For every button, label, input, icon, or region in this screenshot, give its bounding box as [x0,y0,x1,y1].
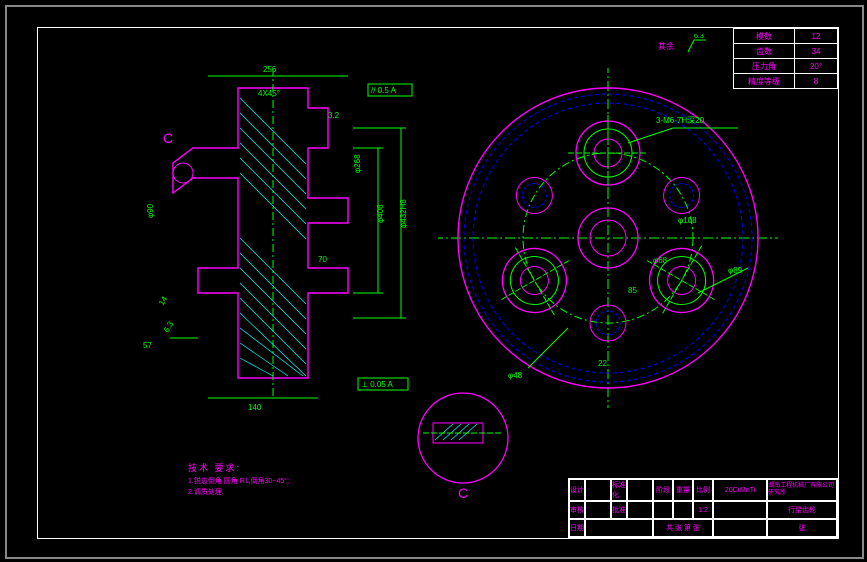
detail-c-view: C [408,388,528,508]
section-marker: C [458,485,468,501]
dim-text: 140 [248,403,262,412]
gdt-frame: // 0.5 A [371,86,397,95]
dim-text: 70 [318,255,327,264]
window-frame: 模数12 齿数34 压力角20° 精度等级8 [5,5,864,559]
param-label: 齿数 [734,44,795,59]
left-section-view: 256 4X45° // 0.5 A ⊥ 0.05 A C φ408 φ432H… [108,58,428,428]
tb-scaleval: 1:2 [693,501,713,519]
tb-des: 设计 [569,479,585,501]
tb-page: 张 [767,519,837,537]
tb-company: 湖南工程机械厂有限公司研究所 [767,479,837,501]
tb-chk: 审核 [569,501,585,519]
right-front-view: 3-M6-7H深20 φ89 φ68 φ108 φ48 22 85 [438,68,778,408]
default-roughness: 其余 6.3 [658,34,718,64]
dim-text: 85 [628,286,637,295]
param-value: 8 [795,74,838,89]
tech-line: 1.锐边倒角 圆角 R1,倒角30~45°; [188,476,289,487]
tech-line: 2.调质处理. [188,487,289,498]
dim-text: φ89 [728,266,743,275]
table-row: 模数12 [734,29,838,44]
tb-scale: 比例 [693,479,713,501]
tb-date: 日期 [569,519,585,537]
dim-text: 4X45° [258,89,280,98]
param-value: 20° [795,59,838,74]
gdt-frame: ⊥ 0.05 A [361,380,394,389]
dim-text: φ408 [376,204,385,223]
dim-text: 6.3 [162,319,176,334]
dim-text: φ68 [653,256,668,265]
tb-std: 标准化 [611,479,627,501]
param-label: 模数 [734,29,795,44]
title-block: 设计 标准化 阶段 重量 比例 20CrMnTi 湖南工程机械厂有限公司研究所 … [568,478,838,538]
tb-stage: 阶段 [653,479,673,501]
dim-text: φ48 [508,371,523,380]
tech-requirements: 技术 要求: 1.锐边倒角 圆角 R1,倒角30~45°; 2.调质处理. [188,461,289,498]
param-value: 12 [795,29,838,44]
dim-text: φ432H8 [399,199,408,228]
dim-text: 256 [263,65,277,74]
tb-app: 批准 [611,501,627,519]
dim-text: φ90 [146,203,155,218]
rough-value: 6.3 [694,34,704,40]
param-value: 34 [795,44,838,59]
tb-partname: 行星齿轮 [767,501,837,519]
drawing-sheet: 模数12 齿数34 压力角20° 精度等级8 [37,27,839,539]
tech-header: 技术 要求: [188,461,289,475]
dim-text: 57 [143,341,152,350]
tb-material: 20CrMnTi [713,479,767,501]
tb-weight: 重量 [673,479,693,501]
tb-sheet: 共 张 第 张 [653,519,713,537]
dim-text: 22 [598,359,607,368]
section-marker: C [163,130,173,146]
dim-text: φ108 [678,216,697,225]
dim-text: φ268 [353,154,362,173]
other-label: 其余 [658,41,674,51]
dim-text: 3.2 [328,111,340,120]
table-row: 齿数34 [734,44,838,59]
note-text: 3-M6-7H深20 [656,116,705,125]
dim-text: 14 [157,294,170,307]
